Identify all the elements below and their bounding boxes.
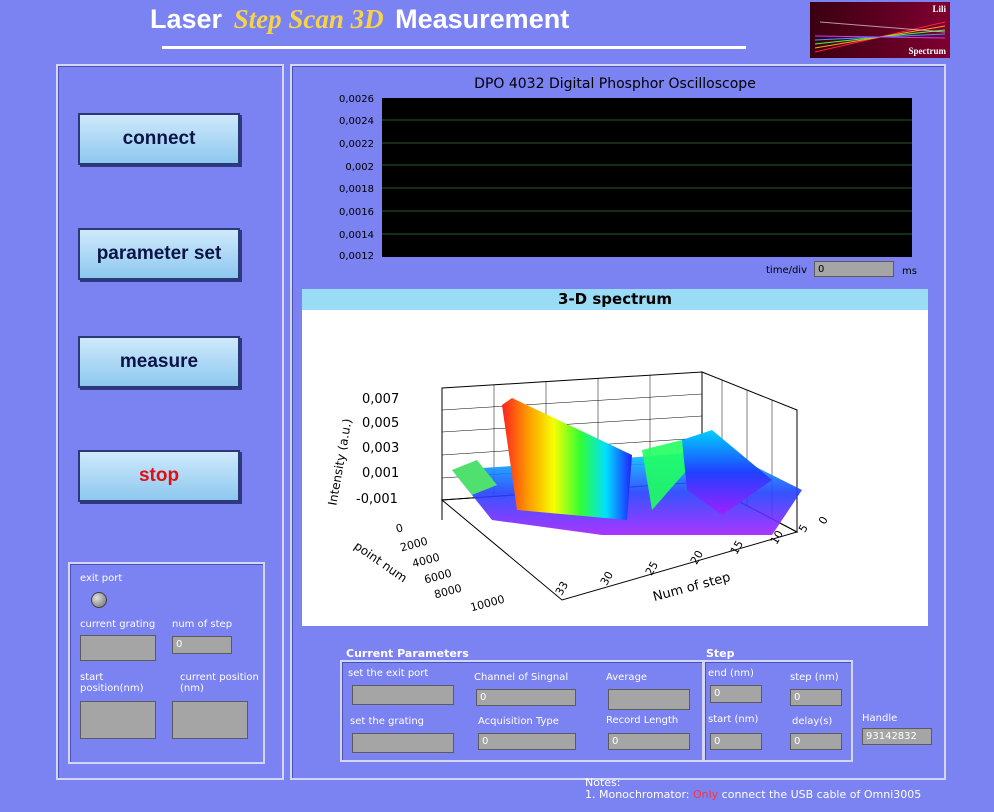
start-position-field [80, 701, 156, 739]
title-underline [162, 46, 746, 49]
company-logo: Lili Spectrum [810, 2, 950, 58]
grating-field[interactable] [352, 733, 454, 753]
logo-text-bottom: Spectrum [908, 46, 947, 56]
end-field[interactable]: 0 [710, 685, 762, 703]
delay-label: delay(s) [792, 716, 833, 727]
title-part2: Step Scan 3D [233, 4, 384, 34]
notes-line1: 1. Monochromator: Only connect the USB c… [585, 789, 921, 801]
oscilloscope-title: DPO 4032 Digital Phosphor Oscilloscope [474, 76, 756, 92]
channel-field[interactable]: 0 [476, 689, 576, 706]
y-tick: 0,0014 [339, 230, 374, 241]
num-of-step-label: num of step [172, 619, 233, 630]
current-grating-label: current grating [80, 619, 156, 630]
z-tick: 0,005 [362, 416, 400, 431]
grating-label: set the grating [350, 716, 425, 727]
notes-line1-emphasis: Only [692, 788, 719, 801]
acq-type-label: Acquisition Type [478, 716, 559, 727]
z-tick: 0,001 [362, 466, 400, 481]
stop-button[interactable]: stop [78, 450, 240, 502]
notes-line1-post: connect the USB cable of Omni3005 [718, 788, 922, 801]
step-size-field[interactable]: 0 [790, 689, 842, 706]
connect-button[interactable]: connect [78, 113, 240, 165]
y-tick: 0,0022 [339, 139, 374, 150]
y-tick: 0,002 [345, 162, 374, 173]
y-tick: 0,0024 [339, 116, 374, 127]
timediv-field[interactable]: 0 [814, 261, 894, 277]
logo-text-top: Lili [932, 4, 946, 14]
exit-port-label: exit port [80, 573, 123, 584]
average-field[interactable] [608, 689, 690, 710]
notes: Notes: 1. Monochromator: Only connect th… [585, 777, 921, 801]
record-length-label: Record Length [606, 715, 679, 726]
title-part1: Laser [150, 4, 223, 34]
delay-field[interactable]: 0 [790, 733, 842, 750]
z-tick: 0,003 [362, 441, 400, 456]
z-tick: 0,007 [362, 392, 400, 407]
channel-label: Channel of Singnal [474, 672, 569, 683]
z-tick: -0,001 [356, 492, 398, 507]
title-part3: Measurement [395, 4, 570, 34]
y-tick: 0,0018 [339, 184, 374, 195]
measure-button[interactable]: measure [78, 336, 240, 388]
step-size-label: step (nm) [790, 672, 839, 683]
current-position-field [172, 701, 248, 739]
acq-type-field[interactable]: 0 [478, 733, 576, 750]
exit-port-set-label: set the exit port [348, 668, 429, 679]
start-position-label: start position(nm) [80, 672, 144, 694]
exit-port-field[interactable] [352, 685, 454, 705]
handle-label: Handle [862, 713, 898, 724]
y-tick: 0,0012 [339, 251, 374, 262]
timediv-unit: ms [902, 266, 917, 277]
start-label: start (nm) [708, 714, 759, 725]
record-length-field[interactable]: 0 [608, 733, 690, 750]
start-field[interactable]: 0 [710, 733, 762, 750]
app-title: Laser Step Scan 3D Measurement [150, 4, 790, 44]
handle-field: 93142832 [862, 728, 932, 745]
params-header: Current Parameters [346, 647, 469, 660]
y-tick: 0,0026 [339, 94, 374, 105]
step-header: Step [706, 647, 735, 660]
average-label: Average [606, 672, 648, 683]
y-tick: 0,0016 [339, 207, 374, 218]
spectrum-title: 3-D spectrum [302, 289, 928, 310]
parameter-set-button[interactable]: parameter set [78, 228, 240, 280]
end-label: end (nm) [708, 668, 754, 679]
current-position-label: current position (nm) [180, 672, 259, 694]
exit-port-led-icon [91, 592, 107, 608]
current-grating-field [80, 635, 156, 661]
notes-line1-pre: 1. Monochromator: [585, 788, 693, 801]
oscilloscope-graph [382, 98, 912, 257]
num-of-step-field: 0 [172, 636, 232, 654]
timediv-label: time/div [766, 265, 808, 276]
